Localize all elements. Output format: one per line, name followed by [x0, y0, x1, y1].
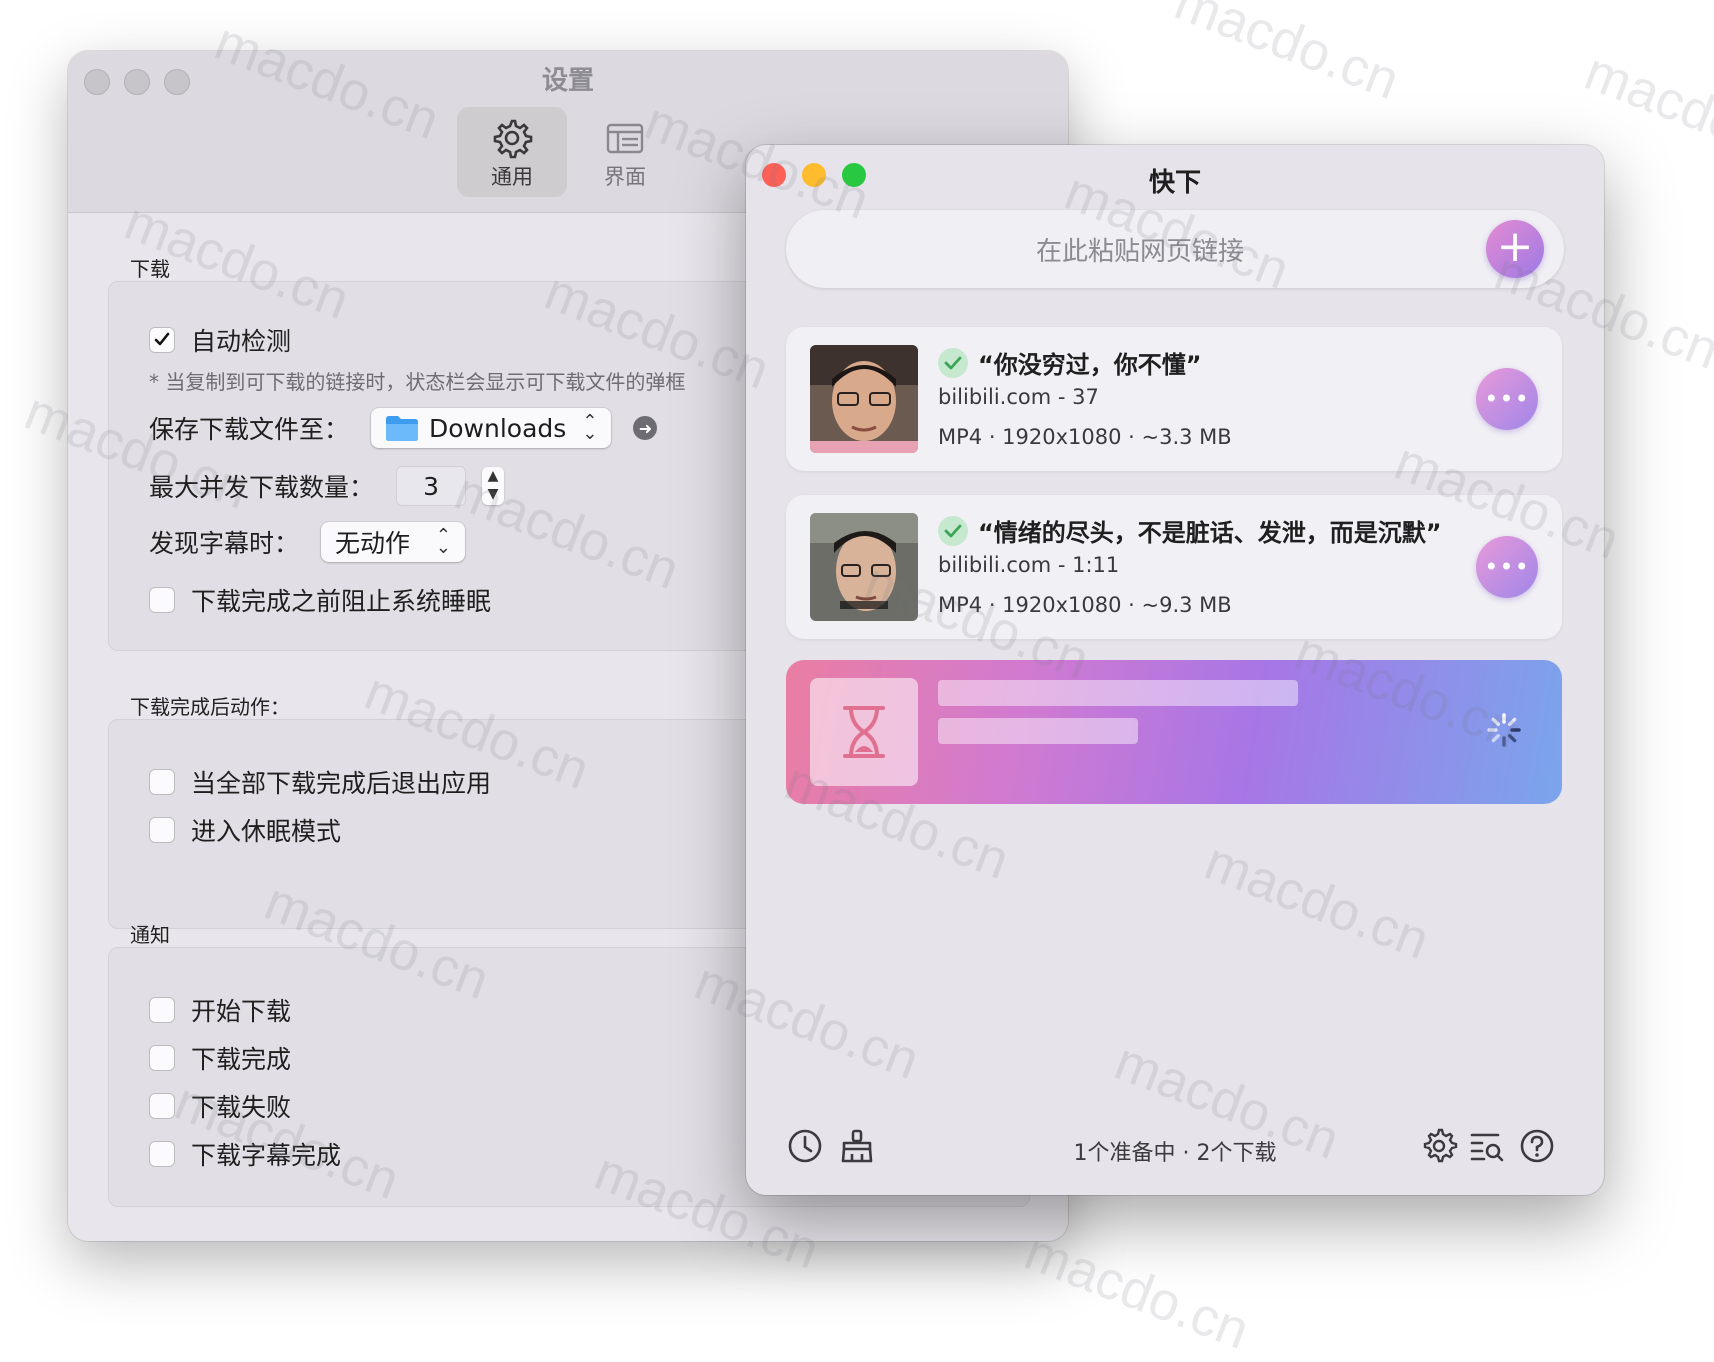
notify-failed-row[interactable]: 下载失败 — [149, 1088, 291, 1124]
notify-section-label: 通知 — [130, 923, 170, 947]
success-check-icon — [938, 347, 968, 378]
help-icon[interactable] — [1518, 1127, 1556, 1165]
save-to-popup[interactable]: Downloads ⌃ ⌄ — [371, 408, 612, 448]
notify-complete-row[interactable]: 下载完成 — [149, 1040, 291, 1076]
notify-start-checkbox[interactable] — [149, 997, 175, 1023]
updown-chevron-icon: ⌃ ⌄ — [582, 411, 598, 444]
auto-detect-hint: * 当复制到可下载的链接时，状态栏会显示可下载文件的弹框 — [149, 370, 686, 394]
layout-icon — [606, 123, 644, 154]
subtitle-popup[interactable]: 无动作 ⌃ ⌄ — [321, 522, 466, 562]
save-to-row: 保存下载文件至： Downloads ⌃ ⌄ ➜ — [149, 408, 658, 448]
subtitle-row: 发现字幕时： 无动作 ⌃ ⌄ — [149, 522, 466, 562]
checkmark-icon — [154, 332, 170, 346]
sleep-mode-label: 进入休眠模式 — [191, 817, 342, 846]
max-concurrent-label: 最大并发下载数量： — [149, 473, 375, 502]
download-item[interactable]: “情绪的尽头，不是脏话、发泄，而是沉默” bilibili.com - 1:11… — [786, 495, 1562, 639]
notify-complete-label: 下载完成 — [191, 1045, 292, 1074]
prevent-sleep-checkbox[interactable] — [149, 587, 175, 613]
list-search-icon[interactable] — [1468, 1127, 1506, 1165]
subtitle-label: 发现字幕时： — [149, 529, 300, 558]
updown-chevron-icon: ⌃ ⌄ — [435, 525, 452, 558]
title-placeholder-bar — [938, 680, 1298, 706]
item-source: bilibili.com - 1:11 — [938, 553, 1120, 577]
prevent-sleep-row[interactable]: 下载完成之前阻止系统睡眠 — [149, 582, 491, 618]
notify-subtitle-label: 下载字幕完成 — [191, 1141, 342, 1170]
loading-spinner-icon — [1487, 713, 1521, 747]
max-concurrent-stepper[interactable]: ▲ ▼ — [482, 467, 505, 505]
quit-app-label: 当全部下载完成后退出应用 — [191, 769, 492, 798]
watermark: macdo.cn — [1167, 0, 1408, 111]
video-thumbnail — [810, 345, 918, 453]
notify-failed-checkbox[interactable] — [149, 1093, 175, 1119]
tab-interface[interactable]: 界面 — [570, 107, 680, 197]
more-button[interactable]: ••• — [1476, 536, 1538, 598]
item-title: “你没穷过，你不懂” — [938, 345, 1202, 380]
footer-bar: 1个准备中 · 2个下载 — [746, 1105, 1604, 1195]
save-to-value: Downloads — [429, 413, 567, 443]
after-section-label: 下载完成后动作： — [130, 695, 290, 719]
item-title-text: “情绪的尽头，不是脏话、发泄，而是沉默” — [978, 519, 1442, 547]
download-section-label: 下载 — [130, 257, 170, 281]
url-input[interactable]: 在此粘贴网页链接 + — [786, 210, 1564, 288]
prevent-sleep-label: 下载完成之前阻止系统睡眠 — [191, 587, 492, 616]
settings-title: 设置 — [541, 66, 594, 96]
auto-detect-row[interactable]: 自动检测 — [149, 322, 291, 358]
sleep-mode-checkbox[interactable] — [149, 817, 175, 843]
item-title-text: “你没穷过，你不懂” — [978, 351, 1202, 379]
tab-general-label: 通用 — [491, 165, 533, 189]
tab-general[interactable]: 通用 — [457, 107, 567, 197]
main-window: 快下 在此粘贴网页链接 + “你没穷过，你不懂” bilibili.com - — [746, 145, 1604, 1195]
notify-start-row[interactable]: 开始下载 — [149, 992, 291, 1028]
tab-interface-label: 界面 — [604, 165, 646, 189]
quit-app-checkbox[interactable] — [149, 769, 175, 795]
url-placeholder: 在此粘贴网页链接 — [1035, 237, 1244, 267]
item-source: bilibili.com - 37 — [938, 385, 1099, 409]
watermark: macdo.cn — [1017, 1221, 1258, 1361]
hourglass-icon — [810, 678, 918, 786]
item-meta: MP4 · 1920x1080 · ~9.3 MB — [938, 593, 1232, 617]
reveal-arrow-icon[interactable]: ➜ — [633, 416, 658, 440]
subtitle-value: 无动作 — [335, 529, 411, 558]
max-concurrent-field[interactable]: 3 — [396, 466, 467, 506]
save-to-label: 保存下载文件至： — [149, 415, 350, 444]
quit-app-row[interactable]: 当全部下载完成后退出应用 — [149, 764, 491, 800]
add-button[interactable]: + — [1486, 220, 1544, 278]
notify-failed-label: 下载失败 — [191, 1093, 292, 1122]
pending-item[interactable] — [786, 660, 1562, 804]
auto-detect-label: 自动检测 — [191, 327, 292, 356]
notify-start-label: 开始下载 — [191, 997, 292, 1026]
auto-detect-checkbox[interactable] — [149, 327, 175, 353]
subtitle-placeholder-bar — [938, 718, 1138, 744]
max-concurrent-row: 最大并发下载数量： 3 ▲ ▼ — [149, 466, 505, 506]
folder-icon — [386, 416, 419, 441]
video-thumbnail — [810, 513, 918, 621]
notify-complete-checkbox[interactable] — [149, 1045, 175, 1071]
more-button[interactable]: ••• — [1476, 368, 1538, 430]
download-item[interactable]: “你没穷过，你不懂” bilibili.com - 37 MP4 · 1920x… — [786, 327, 1562, 471]
item-meta: MP4 · 1920x1080 · ~3.3 MB — [938, 425, 1232, 449]
gear-icon — [493, 119, 533, 159]
item-title: “情绪的尽头，不是脏话、发泄，而是沉默” — [938, 513, 1442, 548]
notify-subtitle-row[interactable]: 下载字幕完成 — [149, 1136, 341, 1172]
success-check-icon — [938, 515, 968, 546]
gear-icon[interactable] — [1420, 1127, 1458, 1165]
notify-subtitle-checkbox[interactable] — [149, 1141, 175, 1167]
main-title: 快下 — [1148, 168, 1201, 198]
sleep-mode-row[interactable]: 进入休眠模式 — [149, 812, 341, 848]
